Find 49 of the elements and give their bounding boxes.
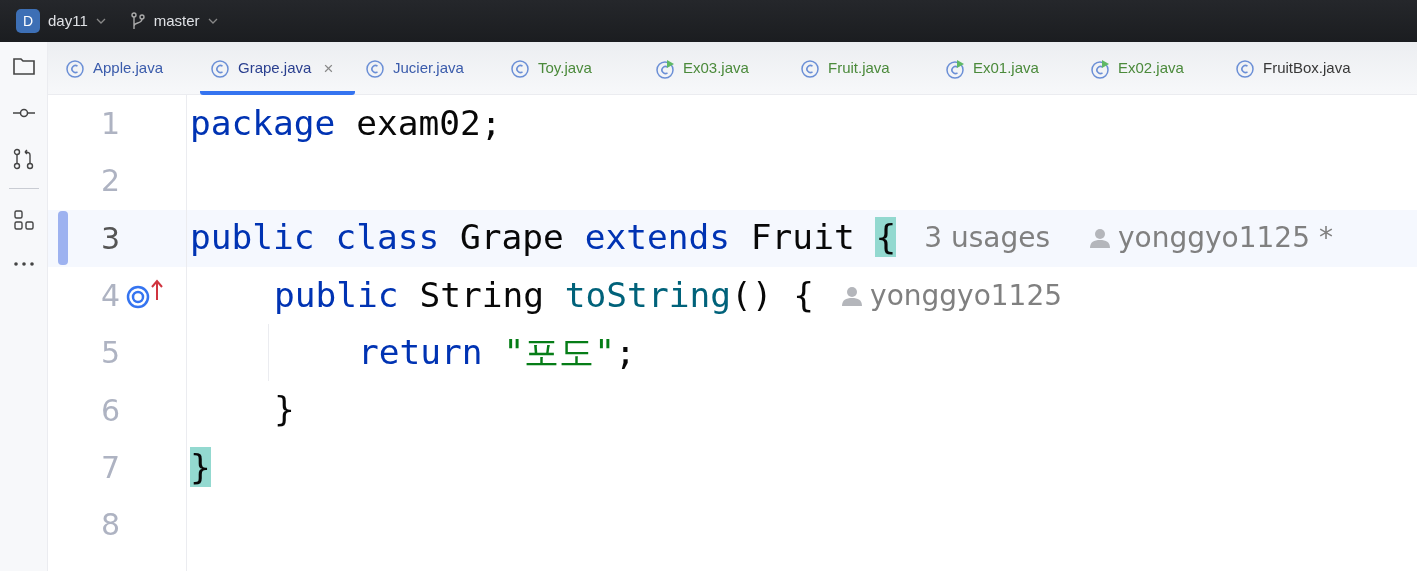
inlay-hint[interactable]: 3 usages xyxy=(924,217,1051,260)
line-number: 7 xyxy=(99,448,120,487)
person-icon xyxy=(1090,228,1111,249)
code-line: public class Grape extends Fruit { xyxy=(190,216,897,260)
class-icon xyxy=(510,58,530,79)
code-line: return "포도"; xyxy=(358,330,636,374)
line-number: 5 xyxy=(99,334,120,373)
pull-request-icon[interactable] xyxy=(12,148,35,170)
file-tab[interactable]: Jucier.java xyxy=(355,42,500,95)
file-tab[interactable]: Toy.java xyxy=(500,42,645,95)
chevron-down-icon xyxy=(207,18,218,24)
file-tab[interactable]: Ex01.java xyxy=(935,42,1080,95)
runnable-class-icon xyxy=(655,58,675,79)
structure-icon[interactable] xyxy=(12,209,35,231)
file-tab[interactable]: Ex03.java xyxy=(645,42,790,95)
inlay-hint[interactable]: yonggyo1125 * xyxy=(1090,217,1333,260)
code-line: package exam02; xyxy=(190,101,502,145)
inlay-hint[interactable]: yonggyo1125 xyxy=(842,274,1062,317)
class-icon xyxy=(1235,58,1255,79)
chevron-down-icon xyxy=(95,18,106,24)
project-name[interactable]: day11 xyxy=(48,9,88,33)
runnable-class-icon xyxy=(945,58,965,79)
file-tab[interactable]: Fruit.java xyxy=(790,42,935,95)
class-icon xyxy=(65,58,85,79)
line-number: 6 xyxy=(99,391,120,430)
runnable-class-icon xyxy=(1090,58,1110,79)
up-arrow-icon xyxy=(150,277,164,302)
file-tab[interactable]: Apple.java xyxy=(55,42,200,95)
class-icon xyxy=(210,58,230,79)
line-number: 8 xyxy=(99,506,120,545)
code-line: } xyxy=(274,388,295,432)
folder-icon[interactable] xyxy=(11,56,36,76)
class-icon xyxy=(365,58,385,79)
branch-name[interactable]: master xyxy=(153,9,200,33)
person-icon xyxy=(842,285,863,306)
class-icon xyxy=(800,58,820,79)
file-tab[interactable]: Grape.java × xyxy=(200,42,355,95)
commit-icon[interactable] xyxy=(11,108,36,118)
more-icon[interactable] xyxy=(12,261,35,267)
line-number: 3 xyxy=(99,219,120,258)
code-line: public String toString() { xyxy=(274,273,815,317)
branch-icon xyxy=(129,12,146,30)
file-tab[interactable]: Ex02.java xyxy=(1080,42,1225,95)
line-number: 1 xyxy=(99,105,120,144)
line-number: 2 xyxy=(99,162,120,201)
change-marker[interactable] xyxy=(58,211,68,266)
line-number: 4 xyxy=(99,277,120,316)
file-tab[interactable]: FruitBox.java xyxy=(1225,42,1370,95)
project-badge[interactable]: D xyxy=(16,9,40,33)
